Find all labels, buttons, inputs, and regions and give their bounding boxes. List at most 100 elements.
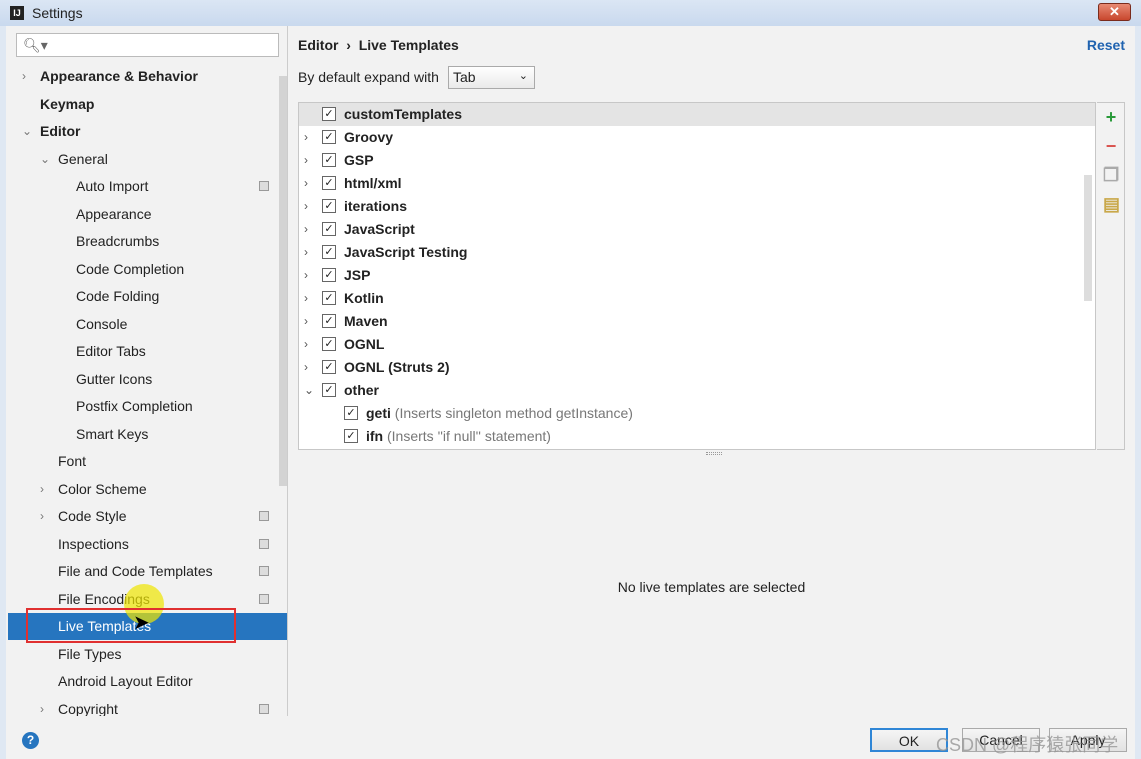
sidebar-scrollbar[interactable] <box>279 76 287 486</box>
sidebar-item-copyright[interactable]: › Copyright <box>8 696 287 717</box>
chevron-right-icon[interactable]: › <box>304 356 308 379</box>
chevron-right-icon[interactable]: › <box>304 149 308 172</box>
template-label: iterations <box>344 198 408 214</box>
checkbox[interactable]: ✓ <box>344 429 358 443</box>
checkbox[interactable]: ✓ <box>344 406 358 420</box>
checkbox[interactable]: ✓ <box>322 130 336 144</box>
sidebar-item-appearance-behavior[interactable]: › Appearance & Behavior <box>8 63 287 90</box>
sidebar-item-label: File and Code Templates <box>58 563 213 579</box>
template-group[interactable]: › ✓ JSP <box>299 264 1095 287</box>
chevron-right-icon[interactable]: › <box>304 241 308 264</box>
sidebar-item-gutter-icons[interactable]: Gutter Icons <box>8 366 287 393</box>
sidebar-item-editor[interactable]: ⌄ Editor <box>8 118 287 145</box>
chevron-right-icon[interactable]: › <box>40 696 44 717</box>
chevron-right-icon[interactable]: › <box>304 310 308 333</box>
template-group[interactable]: › ✓ OGNL <box>299 333 1095 356</box>
templates-scrollbar[interactable] <box>1084 175 1092 301</box>
sidebar-item-smart-keys[interactable]: Smart Keys <box>8 421 287 448</box>
template-group-icon[interactable]: ▤ <box>1103 195 1120 213</box>
sidebar-item-auto-import[interactable]: Auto Import <box>8 173 287 200</box>
checkbox[interactable]: ✓ <box>322 337 336 351</box>
plus-icon[interactable]: + <box>1103 108 1119 126</box>
template-item[interactable]: ✓ geti (Inserts singleton method getInsta… <box>299 402 1095 425</box>
project-scope-icon <box>259 703 269 714</box>
template-group[interactable]: › ✓ Groovy <box>299 126 1095 149</box>
chevron-right-icon[interactable]: › <box>22 63 26 90</box>
empty-message: No live templates are selected <box>617 579 806 595</box>
sidebar-item-breadcrumbs[interactable]: Breadcrumbs <box>8 228 287 255</box>
chevron-right-icon[interactable]: › <box>304 126 308 149</box>
chevron-right-icon[interactable]: › <box>304 264 308 287</box>
sidebar-item-label: File Types <box>58 645 122 662</box>
search-icon: 🔍︎▾ <box>23 37 48 53</box>
template-group[interactable]: › ✓ iterations <box>299 195 1095 218</box>
checkbox[interactable]: ✓ <box>322 176 336 190</box>
minus-icon[interactable]: − <box>1103 137 1119 155</box>
sidebar-item-font[interactable]: Font <box>8 448 287 475</box>
template-label: Kotlin <box>344 290 384 306</box>
sidebar-item-console[interactable]: Console <box>8 311 287 338</box>
template-group[interactable]: › ✓ JavaScript Testing <box>299 241 1095 264</box>
search-input[interactable]: 🔍︎▾ <box>16 33 279 57</box>
chevron-right-icon[interactable]: › <box>304 195 308 218</box>
close-icon[interactable]: ✕ <box>1098 3 1131 21</box>
breadcrumb-parent[interactable]: Editor <box>298 37 338 53</box>
checkbox[interactable]: ✓ <box>322 268 336 282</box>
template-group[interactable]: ✓ customTemplates <box>299 103 1095 126</box>
sidebar-item-file-and-code-templates[interactable]: File and Code Templates <box>8 558 287 585</box>
chevron-right-icon[interactable]: › <box>304 218 308 241</box>
template-description: (Inserts singleton method getInstance) <box>394 405 633 421</box>
sidebar-item-code-style[interactable]: › Code Style <box>8 503 287 530</box>
chevron-down-icon[interactable]: ⌄ <box>22 118 32 145</box>
chevron-down-icon[interactable]: ⌄ <box>304 379 314 402</box>
template-item[interactable]: ✓ ifn (Inserts ''if null'' statement) <box>299 425 1095 448</box>
reset-link[interactable]: Reset <box>1087 37 1125 53</box>
expand-select[interactable]: Tab ⌄ <box>448 66 535 89</box>
copy-icon[interactable]: ❐ <box>1103 166 1119 184</box>
template-description: (Inserts ''if null'' statement) <box>387 428 551 444</box>
template-group[interactable]: › ✓ JavaScript <box>299 218 1095 241</box>
checkbox[interactable]: ✓ <box>322 222 336 236</box>
sidebar-item-code-completion[interactable]: Code Completion <box>8 256 287 283</box>
checkbox[interactable]: ✓ <box>322 199 336 213</box>
template-group[interactable]: ⌄ ✓ other <box>299 379 1095 402</box>
sidebar-item-code-folding[interactable]: Code Folding <box>8 283 287 310</box>
checkbox[interactable]: ✓ <box>322 153 336 167</box>
template-group[interactable]: › ✓ GSP <box>299 149 1095 172</box>
sidebar-item-general[interactable]: ⌄ General <box>8 146 287 173</box>
sidebar-item-color-scheme[interactable]: › Color Scheme <box>8 476 287 503</box>
chevron-right-icon[interactable]: › <box>40 503 44 530</box>
checkbox[interactable]: ✓ <box>322 314 336 328</box>
sidebar-item-label: Postfix Completion <box>76 398 193 414</box>
template-group[interactable]: › ✓ OGNL (Struts 2) <box>299 356 1095 379</box>
splitter-handle[interactable] <box>706 452 722 455</box>
sidebar-item-keymap[interactable]: Keymap <box>8 91 287 118</box>
sidebar-item-label: Android Layout Editor <box>58 673 193 689</box>
sidebar-item-inspections[interactable]: Inspections <box>8 531 287 558</box>
chevron-right-icon[interactable]: › <box>304 172 308 195</box>
template-group[interactable]: › ✓ Kotlin <box>299 287 1095 310</box>
checkbox[interactable]: ✓ <box>322 291 336 305</box>
checkbox[interactable]: ✓ <box>322 107 336 121</box>
template-label: OGNL (Struts 2) <box>344 359 450 375</box>
sidebar-item-appearance[interactable]: Appearance <box>8 201 287 228</box>
sidebar-item-android-layout-editor[interactable]: Android Layout Editor <box>8 668 287 695</box>
sidebar-item-label: Inspections <box>58 535 129 552</box>
chevron-right-icon[interactable]: › <box>304 287 308 310</box>
checkbox[interactable]: ✓ <box>322 245 336 259</box>
checkbox[interactable]: ✓ <box>322 383 336 397</box>
chevron-down-icon[interactable]: ⌄ <box>40 146 50 173</box>
sidebar-item-file-types[interactable]: File Types <box>8 641 287 668</box>
breadcrumb-separator: › <box>346 37 351 53</box>
chevron-right-icon[interactable]: › <box>40 476 44 503</box>
project-scope-icon <box>259 593 269 604</box>
sidebar-item-editor-tabs[interactable]: Editor Tabs <box>8 338 287 365</box>
watermark: CSDN @程序猿张同学 <box>936 735 1119 755</box>
chevron-right-icon[interactable]: › <box>304 333 308 356</box>
checkbox[interactable]: ✓ <box>322 360 336 374</box>
template-group[interactable]: › ✓ Maven <box>299 310 1095 333</box>
sidebar-item-postfix-completion[interactable]: Postfix Completion <box>8 393 287 420</box>
help-button[interactable]: ? <box>22 732 39 749</box>
breadcrumb: Editor › Live Templates <box>298 37 459 53</box>
template-group[interactable]: › ✓ html/xml <box>299 172 1095 195</box>
